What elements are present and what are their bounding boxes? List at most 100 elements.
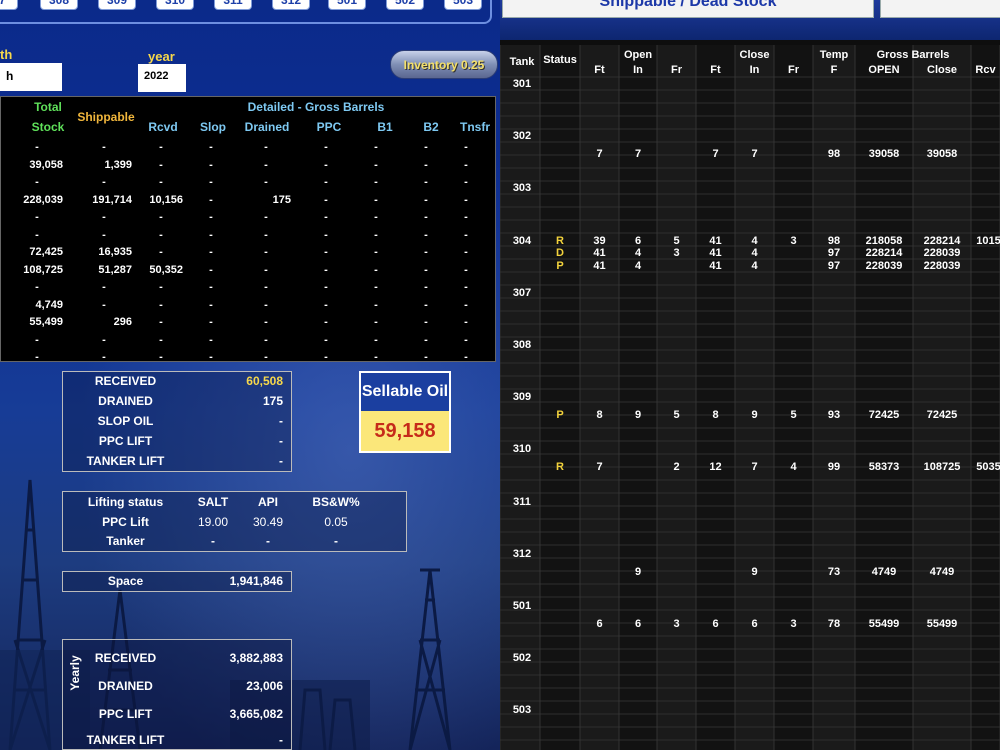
detail-row: --------- bbox=[1, 141, 497, 159]
detail-row: --------- bbox=[1, 211, 497, 229]
detail-cell: - bbox=[209, 193, 213, 206]
month-field[interactable]: h bbox=[0, 63, 62, 91]
monthly-summary-box: RECEIVED 60,508 DRAINED 175 SLOP OIL - P… bbox=[62, 371, 292, 472]
tank-tab-button[interactable]: 502 bbox=[386, 0, 424, 10]
tank-tab-button[interactable]: 310 bbox=[156, 0, 194, 10]
detail-cell: - bbox=[374, 263, 378, 276]
detail-cell: 55,499 bbox=[29, 316, 63, 328]
detail-cell: - bbox=[324, 141, 328, 153]
detail-cell: - bbox=[374, 281, 378, 293]
detail-cell: - bbox=[102, 211, 106, 223]
gross-open-header: OPEN bbox=[868, 64, 900, 76]
tank-number[interactable]: 307 bbox=[504, 287, 540, 299]
gauge-cell: 4 bbox=[634, 247, 642, 260]
detail-cell: - bbox=[264, 228, 268, 241]
tank-number[interactable]: 312 bbox=[504, 548, 540, 560]
gauge-cell: 7 bbox=[596, 461, 603, 474]
tank-tab-button[interactable]: 308 bbox=[40, 0, 78, 10]
detail-cell: - bbox=[209, 351, 213, 363]
sellable-oil-label: Sellable Oil bbox=[361, 373, 449, 411]
gauge-cell: 9 bbox=[751, 565, 758, 578]
detail-cell: - bbox=[464, 158, 468, 171]
tank-number[interactable]: 304 bbox=[504, 235, 540, 247]
gauge-cell: 228214 bbox=[865, 247, 903, 260]
inventory-button[interactable]: Inventory 0.25 bbox=[390, 50, 498, 79]
detail-cell: - bbox=[464, 141, 468, 153]
detail-cell: - bbox=[209, 316, 213, 328]
gauge-cell: 9 bbox=[634, 565, 642, 578]
detail-cell: - bbox=[35, 211, 39, 223]
space-value: 1,941,846 bbox=[229, 574, 283, 588]
detail-row: --------- bbox=[1, 229, 497, 247]
detail-cell: - bbox=[464, 176, 468, 188]
gauge-cell: 41 bbox=[709, 259, 722, 272]
tank-number[interactable]: 301 bbox=[504, 78, 540, 90]
summary-slop-label: SLOP OIL bbox=[97, 414, 154, 428]
status-cell: R bbox=[556, 234, 564, 247]
detail-cell: - bbox=[424, 316, 428, 328]
yearly-tanker-row: TANKER LIFT - bbox=[63, 733, 291, 750]
detail-row: 4,749 - - - - - - - - bbox=[1, 299, 497, 317]
detail-cell: - bbox=[464, 228, 468, 241]
gauge-cell: 73 bbox=[827, 565, 841, 578]
gauge-cell: 93 bbox=[827, 409, 841, 422]
detail-cell: - bbox=[209, 228, 213, 241]
summary-tanker-label: TANKER LIFT bbox=[86, 454, 165, 468]
detail-cell: - bbox=[102, 176, 106, 188]
lifting-tanker-row: Tanker - - - bbox=[63, 534, 406, 554]
tank-number[interactable]: 501 bbox=[504, 600, 540, 612]
detail-cell: - bbox=[102, 298, 106, 311]
gauge-cell: 4 bbox=[751, 234, 758, 247]
tank-number[interactable]: 308 bbox=[504, 339, 540, 351]
tank-number[interactable]: 309 bbox=[504, 391, 540, 403]
detail-row: 72,425 16,935 - - - - - - - bbox=[1, 246, 497, 264]
gauge-cell: 7 bbox=[712, 148, 719, 161]
gauge-cell: 7 bbox=[751, 148, 758, 161]
tank-tab-button[interactable]: 503 bbox=[444, 0, 482, 10]
tank-tab-button[interactable]: 501 bbox=[328, 0, 366, 10]
gauge-cell: 72425 bbox=[926, 409, 958, 422]
detail-cell: 50,352 bbox=[149, 263, 183, 276]
tank-number[interactable]: 311 bbox=[504, 496, 540, 508]
detail-cell: 191,714 bbox=[92, 193, 132, 206]
detail-cell: 228,039 bbox=[23, 193, 63, 206]
tank-tab-button[interactable]: 309 bbox=[98, 0, 136, 10]
tank-tab-button[interactable]: 312 bbox=[272, 0, 310, 10]
tank-number[interactable]: 302 bbox=[504, 130, 540, 142]
summary-tanker-value: - bbox=[279, 454, 283, 468]
detail-cell: - bbox=[264, 316, 268, 328]
sellable-oil-value: 59,158 bbox=[361, 411, 449, 451]
tank-number[interactable]: 502 bbox=[504, 652, 540, 664]
detail-cell: - bbox=[264, 298, 268, 311]
space-row: Space 1,941,846 bbox=[63, 574, 291, 594]
detail-row: --------- bbox=[1, 281, 497, 299]
detail-cell: - bbox=[424, 281, 428, 293]
gauge-cell: 6 bbox=[751, 618, 758, 630]
detail-cell: - bbox=[464, 193, 468, 206]
gauge-cell: 5035 bbox=[976, 461, 1000, 474]
detail-cell: - bbox=[159, 176, 163, 188]
detail-cell: - bbox=[209, 176, 213, 188]
tank-number[interactable]: 303 bbox=[504, 182, 540, 194]
gauge-cell: 228039 bbox=[923, 259, 961, 272]
gauge-cell: 4749 bbox=[929, 565, 955, 578]
tank-tab-button[interactable]: 07 bbox=[0, 0, 18, 10]
year-field[interactable]: 2022 bbox=[138, 64, 186, 92]
detail-cell: - bbox=[35, 228, 39, 241]
tank-number[interactable]: 310 bbox=[504, 443, 540, 455]
salt-header: SALT bbox=[197, 495, 229, 509]
tank-tab-button[interactable]: 311 bbox=[214, 0, 252, 10]
close-ft-header: Ft bbox=[710, 64, 721, 76]
temp-f-header: F bbox=[830, 64, 838, 76]
detail-cell: - bbox=[324, 263, 328, 276]
gauge-cell: 8 bbox=[712, 409, 719, 422]
space-label: Space bbox=[107, 574, 144, 588]
detail-cell: - bbox=[324, 351, 328, 363]
gauge-cell: 9 bbox=[634, 409, 642, 422]
tank-number[interactable]: 503 bbox=[504, 704, 540, 716]
gauge-cell: 218058 bbox=[865, 234, 903, 247]
gauge-cell: 3 bbox=[673, 247, 680, 260]
detail-cell: - bbox=[102, 228, 106, 241]
detail-cell: - bbox=[324, 176, 328, 188]
detail-cell: - bbox=[374, 351, 378, 363]
